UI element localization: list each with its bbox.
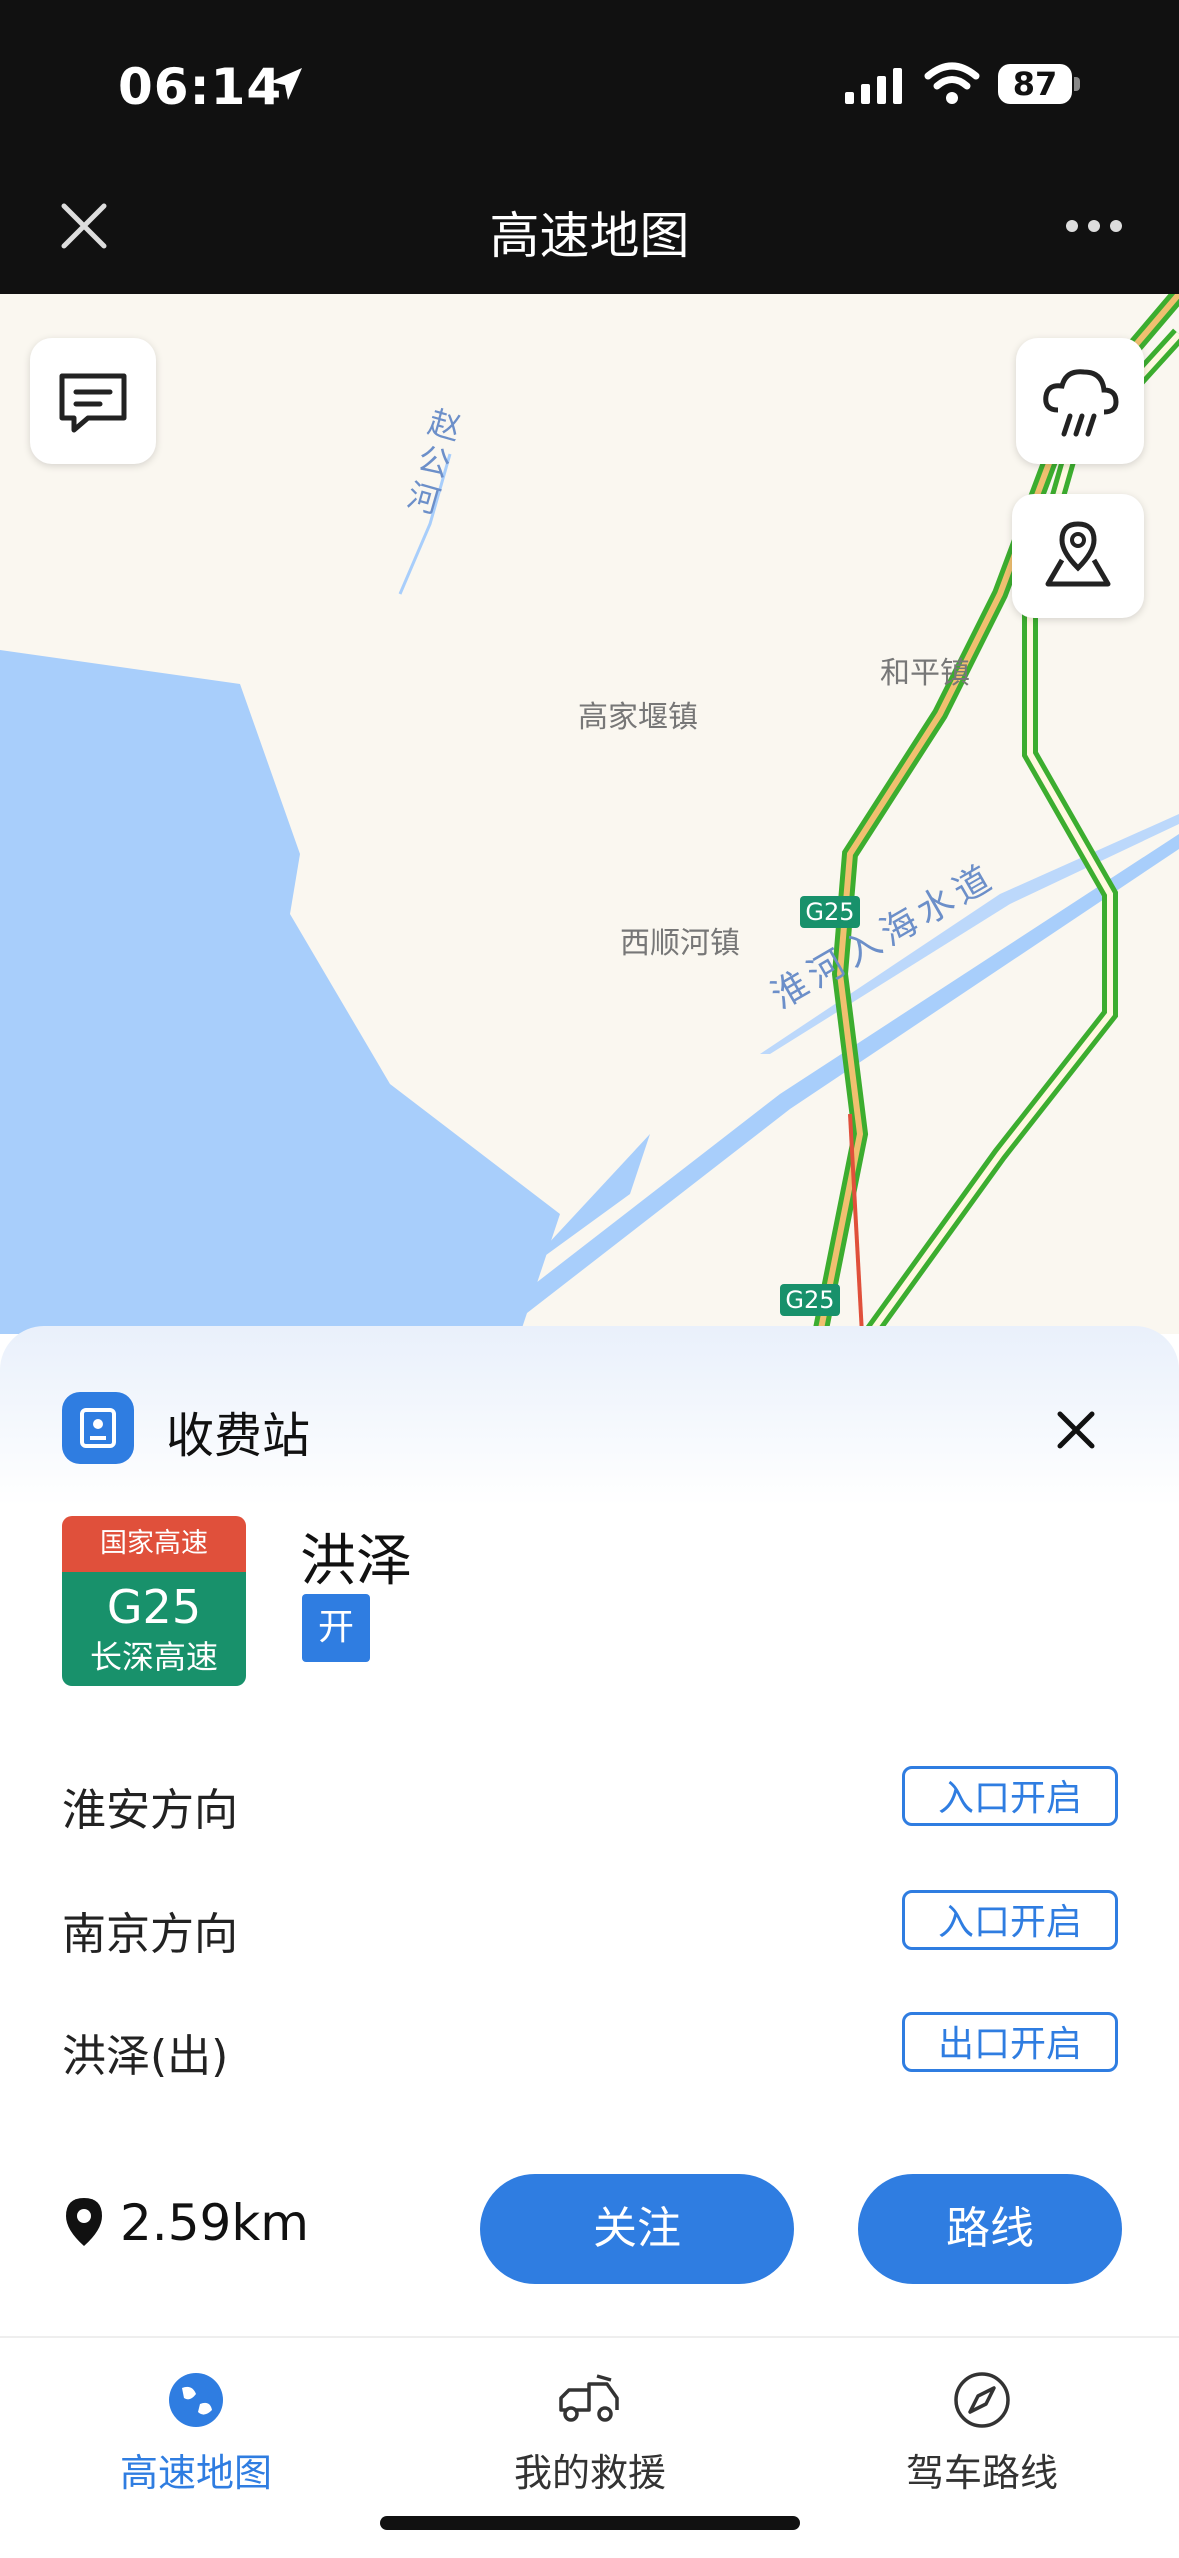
cellular-signal-icon [845, 68, 902, 104]
message-icon [59, 373, 127, 433]
station-open-tag: 开 [302, 1594, 370, 1662]
toll-station-sheet: 收费站 国家高速 G25 长深高速 洪泽 开 淮安方向 入口开启 南京方向 入口… [0, 1326, 1179, 2336]
route-marker-label: G25 [785, 1286, 835, 1314]
highway-shield: 国家高速 G25 长深高速 [62, 1516, 246, 1686]
location-arrow-icon [270, 68, 302, 100]
tab-highway-map[interactable]: 高速地图 [46, 2370, 346, 2497]
page-title: 高速地图 [489, 207, 690, 265]
compass-icon [954, 2372, 1010, 2428]
map-label-town: 西顺河镇 [620, 926, 740, 961]
sheet-title: 收费站 [166, 1408, 311, 1464]
direction-row: 洪泽(出) 出口开启 [62, 2012, 1118, 2082]
map-canvas [0, 294, 1179, 1334]
distance-text: 2.59km [120, 2194, 309, 2252]
direction-row: 南京方向 入口开启 [62, 1890, 1118, 1960]
status-time: 06:14 [118, 58, 283, 116]
battery-tip [1074, 77, 1080, 91]
more-icon[interactable] [1064, 218, 1124, 234]
shield-name: 长深高速 [89, 1638, 218, 1676]
direction-status-badge: 出口开启 [902, 2012, 1118, 2072]
direction-row: 淮安方向 入口开启 [62, 1766, 1118, 1836]
direction-label: 南京方向 [62, 1909, 238, 1960]
tab-label: 高速地图 [119, 2451, 272, 2495]
highway-map[interactable]: G25 G25 赵公河 高家堰镇 和平镇 西顺河镇 淮河入海水道 [0, 294, 1179, 1334]
globe-icon [169, 2373, 223, 2427]
rain-cloud-icon [1043, 369, 1119, 437]
tab-label: 我的救援 [513, 2451, 666, 2495]
home-indicator[interactable] [380, 2516, 800, 2530]
direction-status-badge: 入口开启 [902, 1890, 1118, 1950]
shield-body: G25 长深高速 [62, 1572, 246, 1686]
direction-label: 洪泽(出) [62, 2031, 229, 2082]
route-button[interactable]: 路线 [858, 2174, 1122, 2284]
tab-my-rescue[interactable]: 我的救援 [440, 2370, 740, 2497]
tow-truck-icon [559, 2374, 619, 2422]
tab-label: 驾车路线 [905, 2451, 1058, 2495]
weather-button[interactable] [1016, 338, 1144, 464]
status-bar: 06:14 87 [0, 0, 1179, 180]
tab-driving-route[interactable]: 驾车路线 [832, 2370, 1132, 2497]
map-label-town: 高家堰镇 [578, 700, 698, 735]
direction-status-badge: 入口开启 [902, 1766, 1118, 1826]
feedback-button[interactable] [30, 338, 156, 464]
location-pin-icon [66, 2198, 102, 2246]
station-name: 洪泽 [300, 1529, 412, 1594]
shield-code: G25 [106, 1580, 202, 1634]
toll-station-icon [62, 1392, 134, 1464]
location-layer-button[interactable] [1012, 494, 1144, 618]
follow-button[interactable]: 关注 [480, 2174, 794, 2284]
map-label-town: 和平镇 [880, 656, 970, 691]
close-icon[interactable] [1052, 1406, 1100, 1454]
map-pin-icon [1045, 521, 1111, 587]
battery-level: 87 [998, 64, 1072, 104]
shield-type: 国家高速 [62, 1516, 246, 1572]
direction-label: 淮安方向 [62, 1785, 238, 1836]
wifi-icon [924, 62, 980, 104]
